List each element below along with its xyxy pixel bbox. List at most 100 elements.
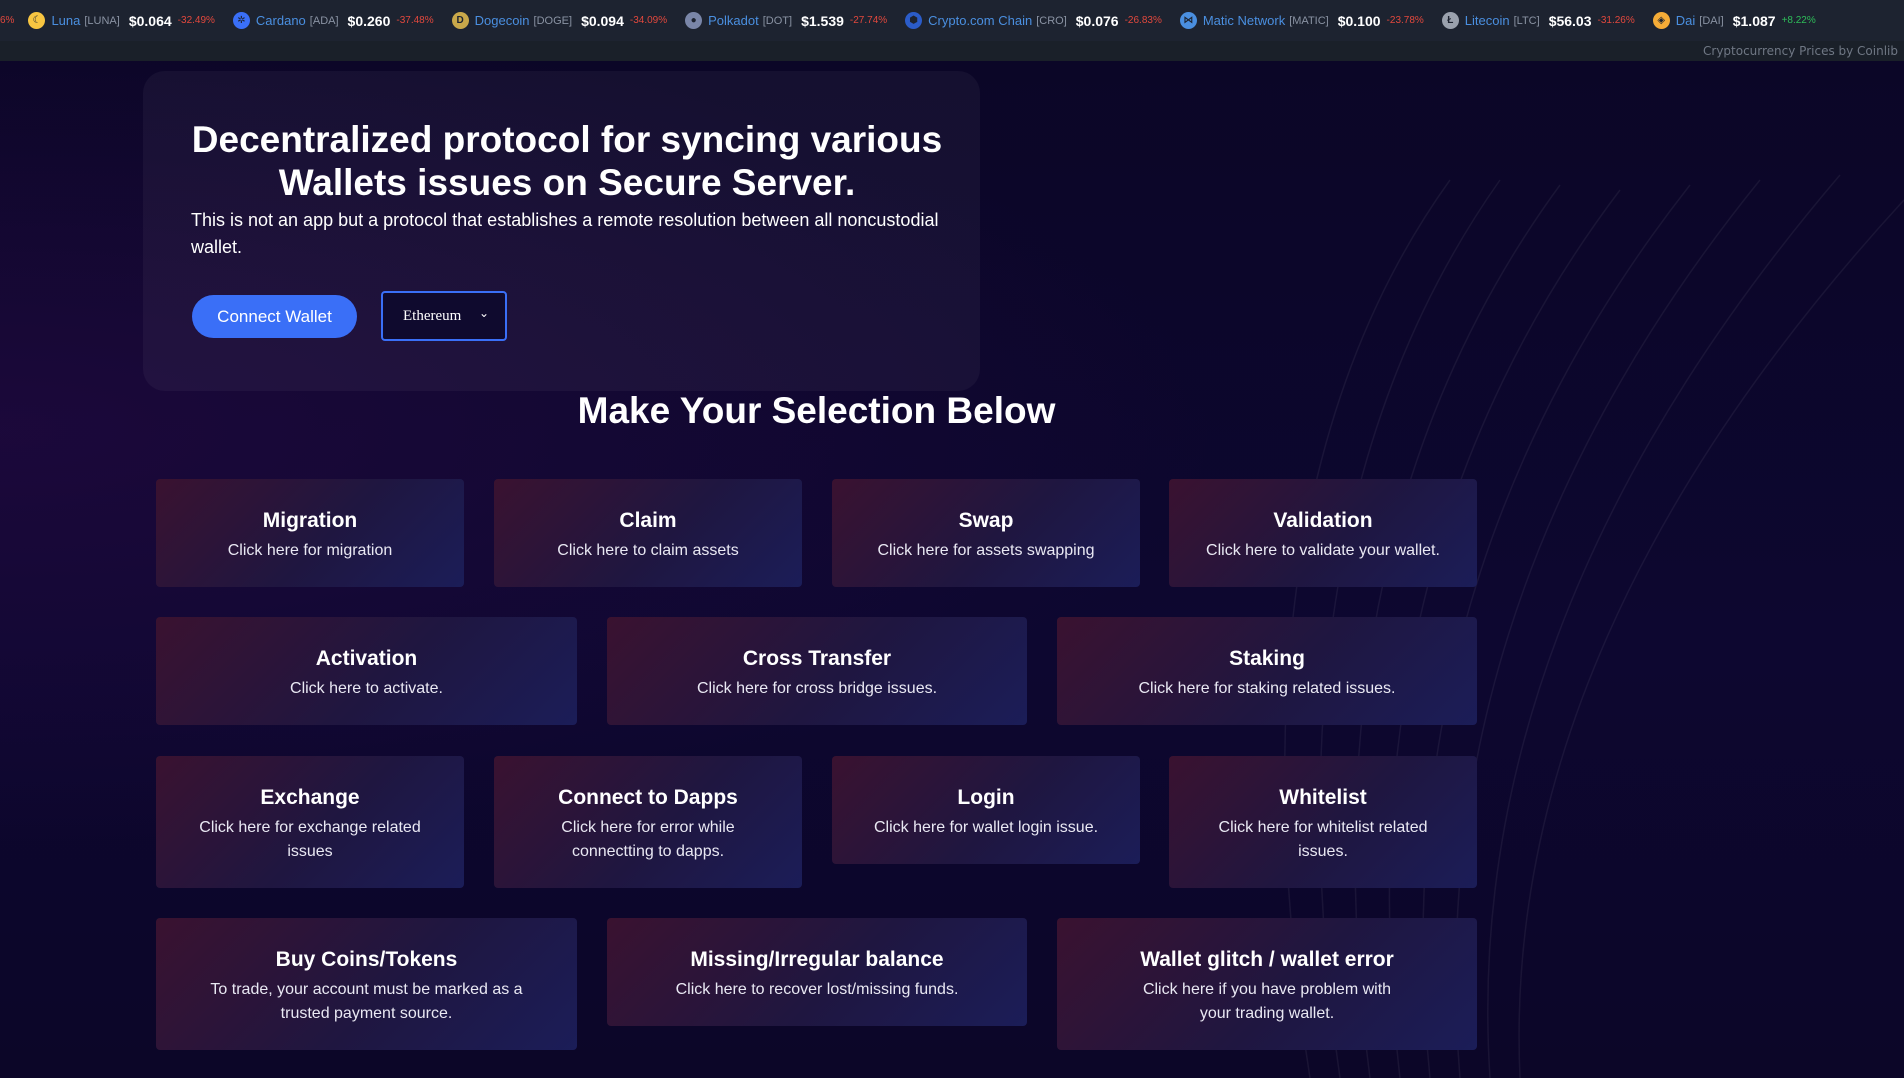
- ticker-item[interactable]: ● Polkadot [DOT] $1.539 -27.74%: [685, 12, 887, 29]
- card-swap[interactable]: Swap Click here for assets swapping: [832, 479, 1140, 587]
- polkadot-icon: ●: [685, 12, 703, 29]
- coin-symbol: [CRO]: [1036, 14, 1067, 27]
- card-title: Whitelist: [1279, 786, 1367, 809]
- card-claim[interactable]: Claim Click here to claim assets: [494, 479, 802, 587]
- coin-change: -26.83%: [1124, 15, 1162, 26]
- coin-change: -23.78%: [1386, 15, 1424, 26]
- card-wallet-glitch[interactable]: Wallet glitch / wallet error Click here …: [1057, 918, 1477, 1050]
- card-login[interactable]: Login Click here for wallet login issue.: [832, 756, 1140, 864]
- ticker-item[interactable]: ◈ Dai [DAI] $1.087 +8.22%: [1652, 12, 1816, 29]
- dogecoin-icon: D: [451, 12, 469, 29]
- ticker-item[interactable]: Ł Litecoin [LTC] $56.03 -31.26%: [1441, 12, 1635, 29]
- card-whitelist[interactable]: Whitelist Click here for whitelist relat…: [1169, 756, 1477, 888]
- connect-wallet-button[interactable]: Connect Wallet: [192, 295, 357, 338]
- section-title: Make Your Selection Below: [577, 390, 1056, 431]
- coin-price: $0.260: [347, 12, 391, 29]
- litecoin-icon: Ł: [1441, 12, 1459, 29]
- ticker-credit[interactable]: Cryptocurrency Prices by Coinlib: [0, 41, 1904, 61]
- card-description: Click here to validate your wallet.: [1206, 542, 1440, 559]
- card-description: Click here to recover lost/missing funds…: [675, 981, 959, 998]
- coin-price: $1.539: [801, 12, 844, 29]
- coin-price: $0.064: [128, 12, 172, 29]
- card-description: Click here for assets swapping: [877, 542, 1095, 559]
- coin-symbol: [DAI]: [1699, 14, 1724, 27]
- card-title: Validation: [1273, 509, 1373, 532]
- card-description: Click here for staking related issues.: [1138, 680, 1396, 697]
- coin-name[interactable]: Matic Network: [1203, 13, 1285, 28]
- card-migration[interactable]: Migration Click here for migration: [156, 479, 464, 587]
- card-validation[interactable]: Validation Click here to validate your w…: [1169, 479, 1477, 587]
- coin-symbol: [LUNA]: [84, 14, 120, 27]
- card-title: Wallet glitch / wallet error: [1140, 948, 1394, 971]
- coin-name[interactable]: Dai: [1676, 13, 1696, 28]
- card-description: Click here to activate.: [290, 680, 443, 697]
- chevron-down-icon: ⌄: [478, 306, 489, 320]
- cardano-icon: ✲: [232, 12, 250, 29]
- coin-symbol: [LTC]: [1513, 14, 1540, 27]
- coin-change: -27.74%: [849, 15, 888, 26]
- coin-price: $0.076: [1075, 12, 1119, 29]
- coin-change: +8.22%: [1781, 15, 1816, 26]
- card-description: Click here for migration: [227, 542, 393, 559]
- card-buy-coins[interactable]: Buy Coins/Tokens To trade, your account …: [156, 918, 577, 1050]
- card-cross-transfer[interactable]: Cross Transfer Click here for cross brid…: [607, 617, 1027, 725]
- ticker-item[interactable]: D Dogecoin [DOGE] $0.094 -34.09%: [451, 12, 668, 29]
- coin-symbol: [ADA]: [309, 14, 339, 27]
- card-title: Staking: [1229, 647, 1305, 670]
- hero-subtitle: This is not an app but a protocol that e…: [191, 210, 939, 257]
- price-ticker: 6% ☾ Luna [LUNA] $0.064 -32.49% ✲ Cardano [ADA]…: [0, 0, 1904, 41]
- card-connect-dapps[interactable]: Connect to Dapps Click here for error wh…: [494, 756, 802, 888]
- coin-name[interactable]: Dogecoin: [475, 13, 530, 28]
- coin-symbol: [DOGE]: [533, 14, 573, 27]
- card-description: Click here if you have problem with your…: [1142, 981, 1392, 1022]
- coin-change: -34.09%: [629, 15, 668, 26]
- card-description: Click here for cross bridge issues.: [696, 680, 938, 697]
- coin-name[interactable]: Luna: [51, 13, 80, 28]
- card-title: Activation: [315, 647, 418, 670]
- card-description: Click here to claim assets: [557, 542, 739, 559]
- card-title: Login: [957, 786, 1015, 809]
- ticker-item[interactable]: ☾ Luna [LUNA] $0.064 -32.49%: [28, 12, 215, 29]
- hero-title: Decentralized protocol for syncing vario…: [191, 119, 943, 203]
- ticker-item[interactable]: ✲ Cardano [ADA] $0.260 -37.48%: [232, 12, 434, 29]
- ticker-credit-link[interactable]: Cryptocurrency Prices by Coinlib: [1703, 44, 1898, 58]
- chain-select[interactable]: Ethereum ⌄: [381, 291, 507, 341]
- coin-change: -32.49%: [177, 15, 215, 26]
- coin-name[interactable]: Crypto.com Chain: [928, 13, 1032, 28]
- card-title: Connect to Dapps: [558, 786, 738, 809]
- ticker-item[interactable]: ⬢ Crypto.com Chain [CRO] $0.076 -26.83%: [905, 12, 1162, 29]
- card-exchange[interactable]: Exchange Click here for exchange related…: [156, 756, 464, 888]
- coin-symbol: [MATIC]: [1289, 14, 1329, 27]
- card-title: Buy Coins/Tokens: [275, 948, 458, 971]
- coin-price: $1.087: [1732, 12, 1776, 29]
- ticker-item[interactable]: ⋈ Matic Network [MATIC] $0.100 -23.78%: [1179, 12, 1424, 29]
- card-title: Claim: [619, 509, 677, 532]
- card-title: Exchange: [260, 786, 360, 809]
- coin-name[interactable]: Polkadot: [708, 13, 759, 28]
- chain-select-value: Ethereum: [403, 307, 462, 324]
- coin-price: $0.094: [581, 12, 624, 29]
- card-missing-balance[interactable]: Missing/Irregular balance Click here to …: [607, 918, 1027, 1026]
- coin-change: -37.48%: [396, 15, 434, 26]
- card-title: Missing/Irregular balance: [690, 948, 944, 971]
- coin-change: -31.26%: [1597, 15, 1635, 26]
- ticker-lead-change: 6%: [0, 15, 15, 26]
- card-title: Migration: [262, 509, 358, 532]
- card-title: Swap: [958, 509, 1014, 532]
- card-description: Click here for error while connectting t…: [561, 819, 735, 860]
- card-activation[interactable]: Activation Click here to activate.: [156, 617, 577, 725]
- card-staking[interactable]: Staking Click here for staking related i…: [1057, 617, 1477, 725]
- coin-name[interactable]: Litecoin: [1465, 13, 1510, 28]
- card-description: Click here for whitelist related issues.: [1218, 819, 1428, 860]
- coin-price: $0.100: [1337, 12, 1381, 29]
- coin-name[interactable]: Cardano: [256, 13, 306, 28]
- cronos-icon: ⬢: [905, 12, 923, 29]
- card-description: Click here for exchange related issues: [199, 819, 421, 860]
- card-description: Click here for wallet login issue.: [873, 819, 1099, 836]
- luna-icon: ☾: [28, 12, 46, 29]
- coin-symbol: [DOT]: [762, 14, 793, 27]
- polygon-icon: ⋈: [1179, 12, 1197, 29]
- coin-price: $56.03: [1548, 12, 1592, 29]
- card-description: To trade, your account must be marked as…: [210, 981, 523, 1022]
- dai-icon: ◈: [1652, 12, 1670, 29]
